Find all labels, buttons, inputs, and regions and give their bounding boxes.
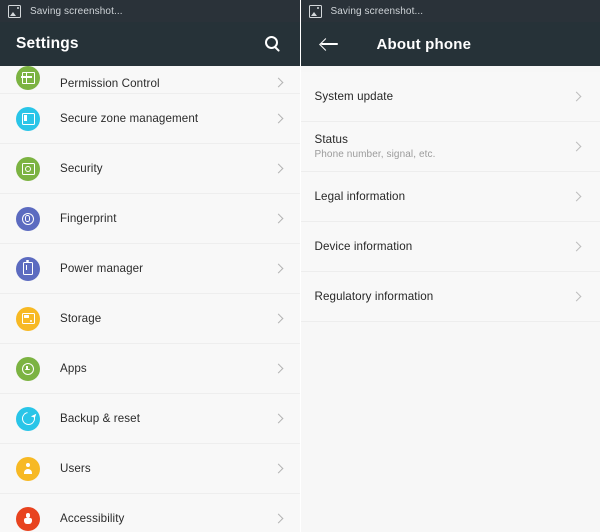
page-title-about-phone: About phone bbox=[376, 35, 472, 53]
backup-reset-icon-glyph bbox=[18, 409, 38, 428]
sidebar-item-secure-zone-management[interactable]: Secure zone management bbox=[0, 94, 300, 144]
sidebar-item-label: Users bbox=[60, 462, 91, 475]
sidebar-item-label: Security bbox=[60, 162, 103, 175]
security-lock-icon-glyph bbox=[21, 162, 35, 175]
fingerprint-icon bbox=[16, 206, 40, 231]
fingerprint-icon-glyph bbox=[22, 212, 34, 225]
storage-disk-icon bbox=[16, 306, 40, 331]
chevron-right-icon bbox=[272, 212, 286, 226]
about-item-title: Legal information bbox=[314, 190, 406, 203]
about-phone-menu-list[interactable]: System update Status Phone number, signal,… bbox=[300, 66, 600, 532]
sidebar-item-label: Apps bbox=[60, 362, 87, 375]
about-phone-panel: Saving screenshot... About phone System … bbox=[299, 0, 600, 532]
back-button[interactable] bbox=[317, 31, 343, 57]
search-icon bbox=[264, 36, 281, 52]
accessibility-hand-icon-glyph bbox=[23, 513, 34, 524]
sidebar-item-label: Accessibility bbox=[60, 512, 125, 525]
about-item-title: Device information bbox=[314, 240, 413, 253]
backup-reset-icon bbox=[16, 406, 40, 431]
about-item-subtitle: Phone number, signal, etc. bbox=[314, 149, 436, 160]
chevron-right-icon bbox=[272, 76, 286, 90]
chevron-right-icon bbox=[272, 112, 286, 126]
sidebar-item-label: Power manager bbox=[60, 262, 144, 275]
about-item-texts: System update bbox=[315, 90, 571, 103]
sidebar-item-label: Secure zone management bbox=[60, 112, 199, 125]
secure-zone-icon bbox=[16, 106, 40, 131]
chevron-right-icon bbox=[570, 90, 584, 104]
sidebar-item-label: Permission Control bbox=[60, 77, 160, 90]
about-phone-app-bar: About phone bbox=[300, 22, 600, 66]
sidebar-item-power-manager[interactable]: Power manager bbox=[0, 244, 300, 294]
battery-icon-glyph bbox=[23, 260, 33, 275]
status-bar-right: Saving screenshot... bbox=[300, 0, 600, 22]
chevron-right-icon bbox=[272, 162, 286, 176]
about-item-texts: Regulatory information bbox=[315, 290, 571, 303]
about-item-title: Regulatory information bbox=[314, 290, 434, 303]
chevron-right-icon bbox=[570, 290, 584, 304]
apps-icon bbox=[16, 356, 40, 381]
chevron-right-icon bbox=[570, 240, 584, 254]
sidebar-item-fingerprint[interactable]: Fingerprint bbox=[0, 194, 300, 244]
chevron-right-icon bbox=[570, 190, 584, 204]
about-item-device-information[interactable]: Device information bbox=[300, 222, 600, 272]
sidebar-item-apps[interactable]: Apps bbox=[0, 344, 300, 394]
settings-dual-pane-screenshot: Saving screenshot... Settings Permission… bbox=[0, 0, 600, 532]
about-item-legal-information[interactable]: Legal information bbox=[300, 172, 600, 222]
permission-grid-icon bbox=[16, 66, 40, 90]
sidebar-item-permission-control[interactable]: Permission Control bbox=[0, 66, 300, 94]
accessibility-hand-icon bbox=[16, 506, 40, 531]
chevron-right-icon bbox=[272, 262, 286, 276]
secure-zone-icon-glyph bbox=[21, 112, 35, 125]
storage-disk-icon-glyph bbox=[21, 313, 35, 324]
sidebar-item-storage[interactable]: Storage bbox=[0, 294, 300, 344]
screenshot-image-icon bbox=[8, 4, 21, 18]
about-item-title: Status bbox=[314, 133, 348, 146]
sidebar-item-label: Fingerprint bbox=[60, 212, 117, 225]
chevron-right-icon bbox=[570, 140, 584, 154]
sidebar-item-backup-reset[interactable]: Backup & reset bbox=[0, 394, 300, 444]
status-bar-text-left: Saving screenshot... bbox=[30, 5, 123, 17]
sidebar-item-security[interactable]: Security bbox=[0, 144, 300, 194]
about-item-title: System update bbox=[314, 90, 394, 103]
security-lock-icon bbox=[16, 156, 40, 181]
about-item-texts: Status Phone number, signal, etc. bbox=[315, 133, 571, 160]
about-item-texts: Legal information bbox=[315, 190, 571, 203]
about-item-texts: Device information bbox=[315, 240, 571, 253]
status-bar-text-right: Saving screenshot... bbox=[330, 5, 424, 17]
screenshot-image-icon bbox=[308, 4, 322, 18]
permission-grid-icon-glyph bbox=[21, 71, 35, 84]
chevron-right-icon bbox=[272, 462, 286, 476]
chevron-right-icon bbox=[272, 362, 286, 376]
chevron-right-icon bbox=[272, 312, 286, 326]
apps-icon-glyph bbox=[22, 362, 34, 375]
status-bar-left: Saving screenshot... bbox=[0, 0, 300, 22]
sidebar-item-users[interactable]: Users bbox=[0, 444, 300, 494]
sidebar-item-label: Backup & reset bbox=[60, 412, 141, 425]
search-button[interactable] bbox=[260, 31, 286, 57]
settings-app-bar: Settings bbox=[0, 22, 300, 66]
chevron-right-icon bbox=[272, 412, 286, 426]
about-item-regulatory-information[interactable]: Regulatory information bbox=[300, 272, 600, 322]
battery-icon bbox=[16, 256, 40, 281]
about-item-status[interactable]: Status Phone number, signal, etc. bbox=[300, 122, 600, 172]
users-person-icon bbox=[16, 456, 40, 481]
back-arrow-icon bbox=[320, 37, 339, 51]
page-title-settings: Settings bbox=[16, 35, 79, 52]
users-person-icon-glyph bbox=[22, 463, 34, 475]
chevron-right-icon bbox=[272, 512, 286, 526]
sidebar-item-label: Storage bbox=[60, 312, 102, 325]
settings-list-panel: Saving screenshot... Settings Permission… bbox=[0, 0, 300, 532]
settings-menu-list[interactable]: Permission Control Secure zone management… bbox=[0, 66, 300, 532]
about-item-system-update[interactable]: System update bbox=[300, 72, 600, 122]
sidebar-item-accessibility[interactable]: Accessibility bbox=[0, 494, 300, 532]
